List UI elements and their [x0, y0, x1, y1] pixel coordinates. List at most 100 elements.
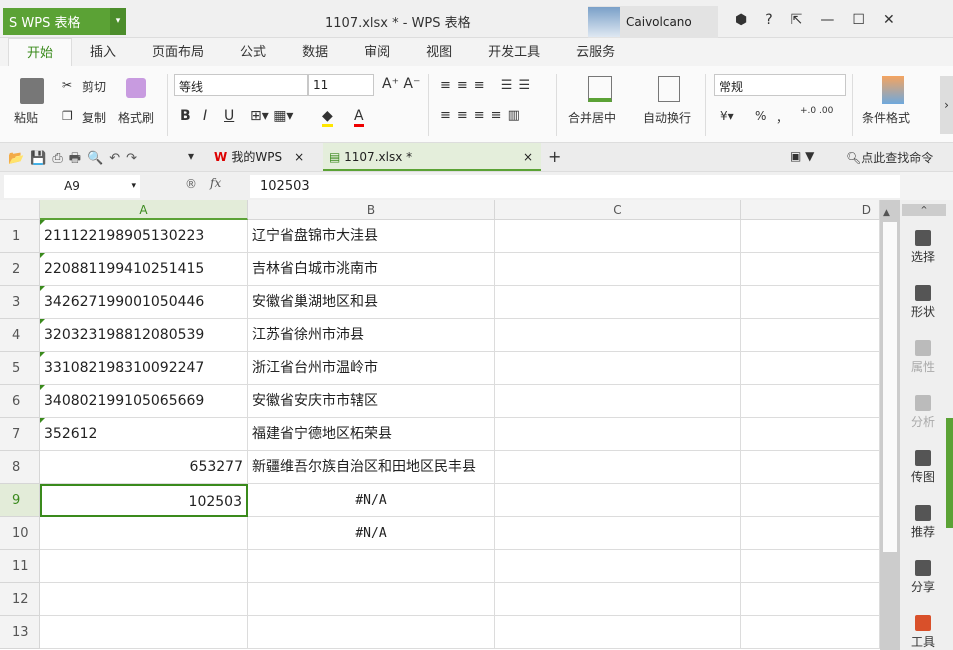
- scroll-up-icon[interactable]: ▲: [883, 208, 890, 218]
- cell-c[interactable]: [495, 253, 741, 286]
- cell-b[interactable]: 江苏省徐州市沛县: [248, 319, 495, 352]
- close-button[interactable]: ✕: [883, 12, 895, 28]
- cell-d[interactable]: [741, 319, 880, 352]
- conditional-format-button[interactable]: 条件格式: [862, 109, 910, 126]
- close-icon[interactable]: ×: [294, 150, 304, 164]
- cell-d[interactable]: [741, 253, 880, 286]
- cell-b[interactable]: #N/A: [248, 484, 495, 517]
- cell-a[interactable]: 220881199410251415: [40, 253, 248, 286]
- cell-d[interactable]: [741, 550, 880, 583]
- format-painter-button[interactable]: 格式刷: [118, 109, 154, 126]
- font-select[interactable]: 等线: [174, 74, 308, 96]
- maximize-button[interactable]: ☐: [852, 12, 865, 28]
- italic-button[interactable]: I: [203, 108, 207, 124]
- comma-button[interactable]: ，: [776, 109, 788, 126]
- sidebar-item-recommend[interactable]: 推荐: [900, 505, 946, 540]
- cell-d[interactable]: [741, 352, 880, 385]
- cell-c[interactable]: [495, 352, 741, 385]
- minimize-button[interactable]: —: [820, 12, 834, 28]
- cut-button[interactable]: 剪切: [82, 78, 106, 95]
- merge-center-button[interactable]: 合并居中: [568, 109, 616, 126]
- number-format-select[interactable]: 常规: [714, 74, 846, 96]
- cell-d[interactable]: [741, 451, 880, 484]
- cell-b[interactable]: 新疆维吾尔族自治区和田地区民丰县: [248, 451, 495, 484]
- cell-c[interactable]: [495, 517, 741, 550]
- paste-button[interactable]: 粘贴: [14, 109, 38, 126]
- bold-button[interactable]: B: [180, 108, 191, 124]
- tab-view[interactable]: 视图: [408, 38, 470, 66]
- row-header[interactable]: 1: [0, 220, 40, 253]
- cell-a[interactable]: 340802199105065669: [40, 385, 248, 418]
- row-header[interactable]: 6: [0, 385, 40, 418]
- chevron-down-icon[interactable]: ▾: [131, 175, 136, 198]
- cell-c[interactable]: [495, 550, 741, 583]
- row-header[interactable]: 7: [0, 418, 40, 451]
- sidebar-item-analysis[interactable]: 分析: [900, 395, 946, 430]
- cell-a[interactable]: 342627199001050446: [40, 286, 248, 319]
- cell-c[interactable]: [495, 385, 741, 418]
- user-account[interactable]: Caivolcano: [588, 6, 718, 38]
- border-icon[interactable]: ⊞▾ ▦▾: [250, 108, 293, 124]
- increase-font-icon[interactable]: A⁺ A⁻: [382, 76, 420, 92]
- vertical-scrollbar[interactable]: ▲: [880, 200, 900, 650]
- cell-c[interactable]: [495, 418, 741, 451]
- cell-a[interactable]: 653277: [40, 451, 248, 484]
- cell-b[interactable]: 安徽省安庆市市辖区: [248, 385, 495, 418]
- cell-a[interactable]: 102503: [40, 484, 248, 517]
- row-header[interactable]: 8: [0, 451, 40, 484]
- cell-a[interactable]: [40, 517, 248, 550]
- cell-b[interactable]: #N/A: [248, 517, 495, 550]
- cell-d[interactable]: [741, 517, 880, 550]
- scrollbar-thumb[interactable]: [883, 222, 897, 552]
- cell-d[interactable]: [741, 385, 880, 418]
- percent-button[interactable]: %: [755, 109, 766, 123]
- tab-review[interactable]: 审阅: [346, 38, 408, 66]
- cell-d[interactable]: [741, 616, 880, 649]
- sidebar-item-share[interactable]: 分享: [900, 560, 946, 595]
- row-header[interactable]: 13: [0, 616, 40, 649]
- currency-icon[interactable]: ¥▾: [720, 109, 734, 123]
- cell-b[interactable]: 福建省宁德地区柘荣县: [248, 418, 495, 451]
- cell-c[interactable]: [495, 616, 741, 649]
- cell-c[interactable]: [495, 451, 741, 484]
- cell-b[interactable]: 辽宁省盘锦市大洼县: [248, 220, 495, 253]
- fill-color-icon[interactable]: ◆: [322, 108, 333, 127]
- cell-a[interactable]: 352612: [40, 418, 248, 451]
- sidebar-item-shape[interactable]: 形状: [900, 285, 946, 320]
- cell-b[interactable]: [248, 616, 495, 649]
- sidebar-expand-handle[interactable]: [946, 418, 953, 528]
- doc-tab-home[interactable]: W 我的WPS ×: [208, 143, 323, 171]
- doc-tab-file[interactable]: ▤ 1107.xlsx * ×: [323, 143, 541, 171]
- row-header[interactable]: 12: [0, 583, 40, 616]
- halign-icons[interactable]: ≡≡≡≡▥: [440, 108, 526, 123]
- tab-data[interactable]: 数据: [284, 38, 346, 66]
- cell-a[interactable]: 211122198905130223: [40, 220, 248, 253]
- spreadsheet-grid[interactable]: A B C D 1 211122198905130223 辽宁省盘锦市大洼县 2…: [0, 200, 880, 650]
- tab-page-layout[interactable]: 页面布局: [134, 38, 222, 66]
- quick-access-icons[interactable]: 📂💾⎙🖶🔍↶↷: [8, 149, 143, 171]
- cell-a[interactable]: 320323198812080539: [40, 319, 248, 352]
- cell-c[interactable]: [495, 220, 741, 253]
- select-all-corner[interactable]: [0, 200, 40, 220]
- row-header[interactable]: 9: [0, 484, 40, 517]
- sidebar-item-select[interactable]: 选择: [900, 230, 946, 265]
- wrap-text-button[interactable]: 自动换行: [643, 109, 691, 126]
- ribbon-scroll-right[interactable]: ›: [940, 76, 953, 134]
- new-tab-icon[interactable]: +: [548, 147, 561, 166]
- close-icon[interactable]: ×: [523, 143, 533, 171]
- cell-c[interactable]: [495, 484, 741, 517]
- column-header-c[interactable]: C: [495, 200, 741, 220]
- skin-icon[interactable]: ⬢: [735, 12, 747, 28]
- sidebar-collapse-icon[interactable]: ^: [902, 204, 946, 216]
- cell-c[interactable]: [495, 286, 741, 319]
- customize-icon[interactable]: ▾: [188, 149, 194, 163]
- cell-c[interactable]: [495, 583, 741, 616]
- tab-formulas[interactable]: 公式: [222, 38, 284, 66]
- tab-developer[interactable]: 开发工具: [470, 38, 558, 66]
- insert-function-button[interactable]: fx: [210, 176, 221, 190]
- wps-app-menu[interactable]: S WPS 表格 ▾: [3, 8, 126, 35]
- align-icons[interactable]: ≡≡≡ ☰☰: [440, 78, 536, 93]
- column-header-a[interactable]: A: [40, 200, 248, 220]
- cell-d[interactable]: [741, 220, 880, 253]
- column-header-d[interactable]: D: [741, 200, 880, 220]
